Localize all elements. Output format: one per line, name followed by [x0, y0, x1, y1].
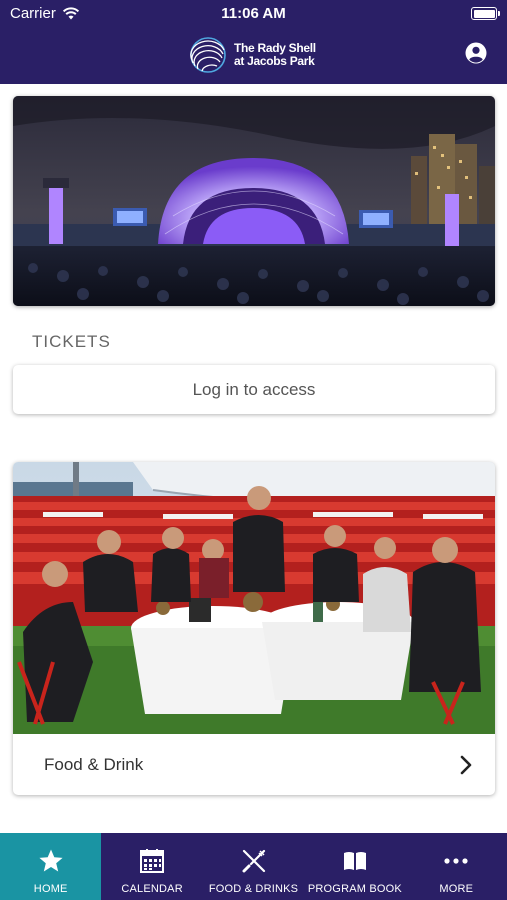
- food-and-drink-row[interactable]: Food & Drink: [13, 734, 495, 795]
- tab-program-book-label: PROGRAM BOOK: [307, 883, 402, 895]
- tab-calendar-label: CALENDAR: [121, 883, 183, 895]
- star-icon: [39, 849, 63, 872]
- profile-icon[interactable]: [465, 42, 487, 64]
- food-image: [13, 462, 495, 734]
- app-header: Carrier 11:06 AM The Rady Shell at Jacob…: [0, 0, 507, 84]
- food-and-drink-label: Food & Drink: [44, 754, 144, 774]
- logo-line-2: at Jacobs Park: [234, 54, 315, 68]
- hero-image-card[interactable]: [13, 96, 495, 306]
- calendar-icon: [140, 849, 165, 873]
- tickets-section-title: TICKETS: [32, 332, 111, 351]
- tab-home-label: HOME: [33, 883, 68, 895]
- login-to-access-label: Log in to access: [192, 379, 316, 399]
- food-and-drink-card[interactable]: Food & Drink: [13, 462, 495, 795]
- tab-calendar[interactable]: CALENDAR: [101, 833, 202, 900]
- login-to-access-button[interactable]: Log in to access: [13, 365, 495, 414]
- app-logo: The Rady Shell at Jacobs Park: [186, 36, 326, 74]
- tab-home[interactable]: HOME: [0, 833, 102, 900]
- book-icon: [343, 852, 366, 870]
- tab-more-label: MORE: [439, 883, 474, 895]
- tab-food-drinks-label: FOOD & DRINKS: [208, 883, 299, 895]
- tab-more[interactable]: MORE: [406, 833, 507, 900]
- utensils-icon: [242, 849, 265, 873]
- status-bar: Carrier 11:06 AM: [0, 0, 507, 28]
- tab-program-book[interactable]: PROGRAM BOOK: [304, 833, 405, 900]
- clock: 11:06 AM: [221, 5, 286, 22]
- more-dots-icon: [444, 858, 468, 864]
- bottom-tab-bar: HOME CALENDAR FOOD & DRINKS PROGRAM BOOK…: [0, 833, 507, 900]
- hero-image: [13, 96, 495, 306]
- tab-food-drinks[interactable]: FOOD & DRINKS: [203, 833, 304, 900]
- logo-wordmark: The Rady Shell at Jacobs Park: [234, 42, 316, 68]
- shell-logo-icon: [190, 37, 226, 73]
- battery-icon: [471, 7, 500, 20]
- chevron-right-icon: [460, 755, 472, 774]
